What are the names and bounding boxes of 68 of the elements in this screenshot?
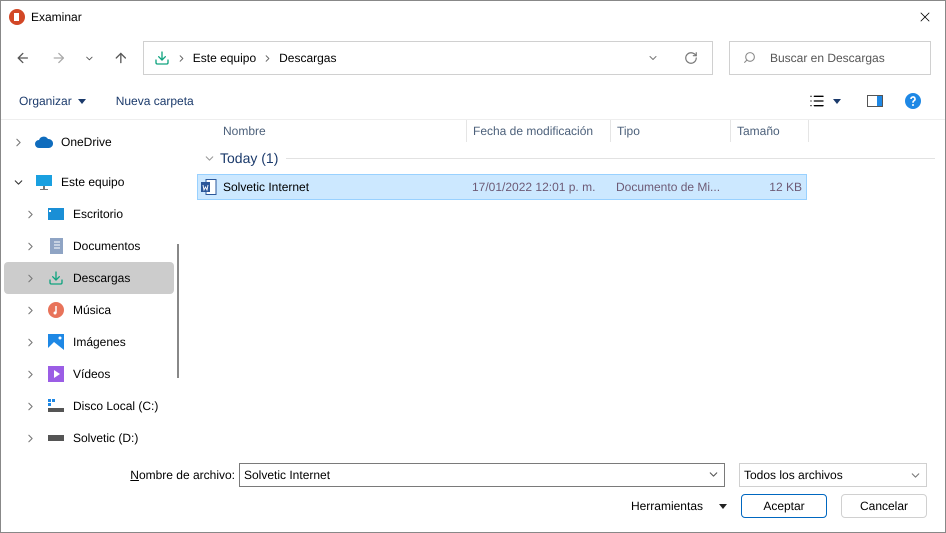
sidebar-label: Este equipo	[61, 174, 124, 191]
download-icon	[48, 270, 64, 286]
sidebar-label: Disco Local (C:)	[73, 398, 158, 415]
filename-field[interactable]: Solvetic Internet	[239, 463, 725, 487]
desktop-icon	[48, 207, 64, 221]
picture-icon	[48, 334, 64, 350]
help-icon[interactable]	[905, 93, 921, 109]
organize-button[interactable]: Organizar	[19, 92, 86, 110]
window-title: Examinar	[31, 9, 82, 26]
breadcrumb[interactable]: Este equipo	[192, 49, 256, 67]
file-size: 12 KB	[768, 179, 802, 196]
sidebar-item[interactable]: Solvetic (D:)	[4, 422, 174, 454]
caret-icon	[719, 504, 727, 508]
drive-icon	[48, 399, 64, 413]
up-icon[interactable]	[113, 50, 129, 66]
cloud-icon	[35, 136, 53, 148]
sidebar-item[interactable]: Descargas	[4, 262, 174, 294]
file-row[interactable]: Solvetic Internet 17/01/2022 12:01 p. m. Documento de Mi... 12 KB	[197, 174, 807, 200]
sidebar-item[interactable]: Documentos	[4, 230, 174, 262]
sidebar-item[interactable]: Vídeos	[4, 358, 174, 390]
sidebar-label: Solvetic (D:)	[73, 430, 138, 447]
file-date: 17/01/2022 12:01 p. m.	[471, 179, 596, 196]
sidebar-item[interactable]: Imágenes	[4, 326, 174, 358]
file-type: Documento de Mi...	[615, 179, 722, 196]
video-icon	[48, 366, 64, 382]
sidebar-item[interactable]: Este equipo	[4, 166, 174, 198]
sidebar-item[interactable]: Escritorio	[4, 198, 174, 230]
sidebar-item[interactable]: OneDrive	[4, 126, 174, 158]
refresh-icon[interactable]	[684, 51, 698, 65]
music-note-icon	[48, 302, 64, 318]
scrollbar[interactable]	[177, 244, 179, 378]
document-icon	[50, 238, 62, 254]
group-header[interactable]: Today (1)	[220, 148, 278, 168]
column-header[interactable]: Fecha de modificación	[467, 120, 611, 142]
sidebar-label: Documentos	[73, 238, 140, 255]
sidebar-label: Escritorio	[73, 206, 124, 223]
caret-icon[interactable]	[833, 98, 841, 104]
file-type-dropdown[interactable]: Todos los archivos	[739, 463, 927, 487]
sidebar-label: Imágenes	[73, 334, 126, 351]
search-field[interactable]: Buscar en Descargas	[728, 41, 931, 75]
address-bar[interactable]: Este equipo Descargas	[142, 41, 713, 75]
download-icon	[154, 50, 170, 66]
breadcrumb[interactable]: Descargas	[279, 49, 336, 67]
monitor-icon	[35, 174, 53, 190]
preview-pane-icon[interactable]	[867, 95, 883, 107]
sidebar-item[interactable]: Música	[4, 294, 174, 326]
sidebar-label: Vídeos	[73, 366, 110, 383]
caret-icon	[78, 98, 86, 104]
column-header[interactable]: Tipo	[611, 120, 731, 142]
app-logo-icon	[9, 9, 25, 25]
forward-icon[interactable]	[50, 50, 66, 66]
back-icon[interactable]	[15, 50, 31, 66]
file-name: Solvetic Internet	[223, 179, 310, 196]
column-header[interactable]: Tamaño	[731, 120, 809, 142]
drive-icon	[48, 435, 64, 441]
view-list-icon[interactable]	[809, 93, 825, 109]
sidebar-label: Música	[73, 302, 112, 319]
dialog-button[interactable]: Cancelar	[841, 494, 927, 518]
word-document-icon	[201, 179, 217, 195]
sidebar-item[interactable]: Disco Local (C:)	[4, 390, 174, 422]
column-header[interactable]: Nombre	[197, 120, 467, 142]
tools-button[interactable]: Herramientas	[630, 497, 727, 515]
sidebar-label: Descargas	[73, 270, 130, 287]
search-icon	[742, 51, 756, 64]
dialog-button[interactable]: Aceptar	[741, 494, 827, 518]
sidebar-label: OneDrive	[61, 134, 112, 151]
new-folder-button[interactable]: Nueva carpeta	[116, 92, 194, 110]
filename-label: Nombre de archivo:	[130, 467, 235, 484]
